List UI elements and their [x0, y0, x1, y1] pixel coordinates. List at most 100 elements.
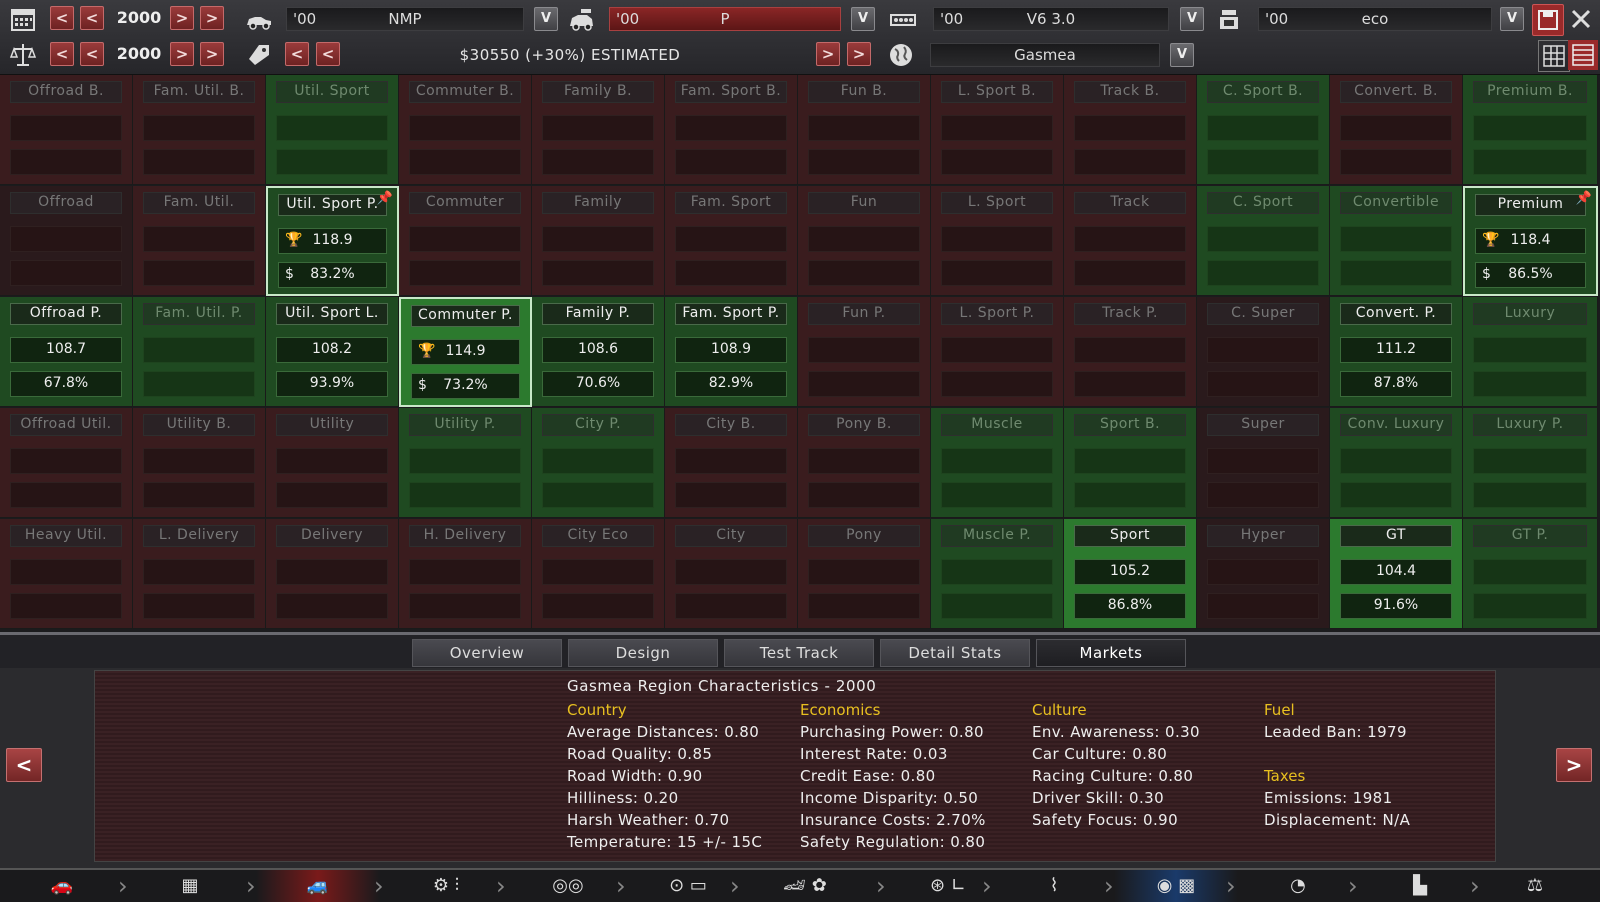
model-select[interactable]: '00 NMP [286, 7, 524, 31]
design-icon[interactable]: 🏎 ✿ [740, 870, 870, 902]
market-cell[interactable]: Hyper [1197, 519, 1330, 629]
tab-overview[interactable]: Overview [412, 639, 562, 667]
chassis-icon[interactable]: ▦ [128, 870, 252, 902]
pin-icon[interactable]: 📌 [1576, 191, 1592, 206]
market-cell[interactable]: Fam. Sport B. [665, 75, 798, 185]
market-cell[interactable]: Offroad Util. [0, 408, 133, 518]
market-cell[interactable]: Delivery [266, 519, 399, 629]
market-cell[interactable]: City P. [532, 408, 665, 518]
market-cell[interactable]: Track [1064, 186, 1197, 296]
testing-icon[interactable]: ◉ ▩ [1114, 870, 1238, 902]
market-cell[interactable]: C. Sport [1197, 186, 1330, 296]
wheels-icon[interactable]: ◎◎ [506, 870, 630, 902]
market-cell[interactable]: City [665, 519, 798, 629]
panel-next-button[interactable]: > [1556, 748, 1592, 782]
tab-test-track[interactable]: Test Track [724, 639, 874, 667]
market-cell[interactable]: H. Delivery [399, 519, 532, 629]
market-cell[interactable]: Fam. Util. P. [133, 297, 266, 407]
price-next-button[interactable]: > [816, 42, 840, 66]
market-cell[interactable]: Fam. Util. [133, 186, 266, 296]
engine-dropdown-button[interactable]: V [1180, 7, 1204, 31]
market-cell[interactable]: C. Sport B. [1197, 75, 1330, 185]
engine-select[interactable]: '00 V6 3.0 [933, 7, 1169, 31]
market-cell[interactable]: Sport 105.2 86.8% [1064, 519, 1197, 629]
market-cell[interactable]: Heavy Util. [0, 519, 133, 629]
list-view-icon[interactable] [1568, 40, 1598, 70]
market-cell[interactable]: City Eco [532, 519, 665, 629]
market-cell[interactable]: Utility P. [399, 408, 532, 518]
market-cell[interactable]: Family P. 108.6 70.6% [532, 297, 665, 407]
year-next-button[interactable]: > [170, 6, 194, 30]
market-cell[interactable]: Luxury [1463, 297, 1598, 407]
market-cell[interactable]: L. Delivery [133, 519, 266, 629]
market-cell[interactable]: Util. Sport [266, 75, 399, 185]
market-cell[interactable]: Conv. Luxury [1330, 408, 1463, 518]
market-cell[interactable]: Sport B. [1064, 408, 1197, 518]
price-next-fast-button[interactable]: > [847, 42, 871, 66]
trim-dropdown-button[interactable]: V [851, 7, 875, 31]
pin-icon[interactable]: 📌 [377, 191, 393, 206]
market-cell[interactable]: Convert. B. [1330, 75, 1463, 185]
tab-detail-stats[interactable]: Detail Stats [880, 639, 1030, 667]
market-cell[interactable]: L. Sport B. [931, 75, 1064, 185]
engine-gearbox-icon[interactable]: ⚙ ⫶ [384, 870, 508, 902]
market-cell[interactable]: L. Sport [931, 186, 1064, 296]
market-cell[interactable]: Luxury P. [1463, 408, 1598, 518]
body-icon[interactable]: 🚙 [256, 870, 380, 902]
market-cell[interactable]: Fun P. [798, 297, 931, 407]
balance-scale-icon[interactable] [8, 40, 38, 70]
market-cell[interactable]: Premium B. [1463, 75, 1598, 185]
market-cell[interactable]: Fam. Sport P. 108.9 82.9% [665, 297, 798, 407]
market-cell[interactable]: Fam. Util. B. [133, 75, 266, 185]
factory-icon[interactable]: ▙ [1358, 870, 1482, 902]
market-cell[interactable]: Utility [266, 408, 399, 518]
market-cell[interactable]: Util. Sport P. 📌 🏆 118.9 $83.2% [266, 186, 399, 296]
tab-design[interactable]: Design [568, 639, 718, 667]
market-cell[interactable]: GT 104.4 91.6% [1330, 519, 1463, 629]
grid-view-icon[interactable] [1538, 40, 1570, 72]
market-cell[interactable]: Offroad [0, 186, 133, 296]
car-icon[interactable]: 🚗 [0, 870, 124, 902]
market-cell[interactable]: Pony [798, 519, 931, 629]
year-prev-button[interactable]: < [80, 6, 104, 30]
trim-select[interactable]: '00 P [609, 7, 841, 31]
market-cell[interactable]: Family B. [532, 75, 665, 185]
market-cell[interactable]: Convertible [1330, 186, 1463, 296]
factory-clock-icon[interactable]: ◔ [1236, 870, 1360, 902]
panel-prev-button[interactable]: < [6, 748, 42, 782]
market-cell[interactable]: Muscle [931, 408, 1064, 518]
market-cell[interactable]: C. Super [1197, 297, 1330, 407]
market-cell[interactable]: L. Sport P. [931, 297, 1064, 407]
close-icon[interactable] [1566, 4, 1596, 34]
market-cell[interactable]: Offroad B. [0, 75, 133, 185]
market-cell[interactable]: Fun B. [798, 75, 931, 185]
suspension-icon[interactable]: ⌇ [992, 870, 1116, 902]
market-cell[interactable]: Offroad P. 108.7 67.8% [0, 297, 133, 407]
tab-markets[interactable]: Markets [1036, 639, 1186, 667]
model-dropdown-button[interactable]: V [534, 7, 558, 31]
calendar-icon[interactable] [8, 4, 38, 34]
market-cell[interactable]: Track B. [1064, 75, 1197, 185]
market-cell[interactable]: Family [532, 186, 665, 296]
market-cell[interactable]: Super [1197, 408, 1330, 518]
market-cell[interactable]: Util. Sport L. 108.2 93.9% [266, 297, 399, 407]
market-cell[interactable]: Pony B. [798, 408, 931, 518]
price-prev-button[interactable]: < [316, 42, 340, 66]
price-prev-fast-button[interactable]: < [285, 42, 309, 66]
region-dropdown-button[interactable]: V [1170, 43, 1194, 67]
engine-variant-select[interactable]: '00 eco [1258, 7, 1492, 31]
market-cell[interactable]: Commuter P. 🏆 114.9 $73.2% [399, 297, 532, 407]
year-prev-fast-button[interactable]: < [50, 6, 74, 30]
market-cell[interactable]: Track P. [1064, 297, 1197, 407]
market-cell[interactable]: City B. [665, 408, 798, 518]
market-cell[interactable]: Convert. P. 111.2 87.8% [1330, 297, 1463, 407]
year-next-fast-button[interactable]: > [200, 6, 224, 30]
market-cell[interactable]: Fam. Sport [665, 186, 798, 296]
year2-next-button[interactable]: > [170, 42, 194, 66]
year2-prev-button[interactable]: < [80, 42, 104, 66]
market-cell[interactable]: Premium 📌 🏆 118.4 $86.5% [1463, 186, 1598, 296]
region-select[interactable]: Gasmea [930, 43, 1160, 67]
market-cell[interactable]: Commuter B. [399, 75, 532, 185]
market-cell[interactable]: GT P. [1463, 519, 1598, 629]
market-cell[interactable]: Muscle P. [931, 519, 1064, 629]
